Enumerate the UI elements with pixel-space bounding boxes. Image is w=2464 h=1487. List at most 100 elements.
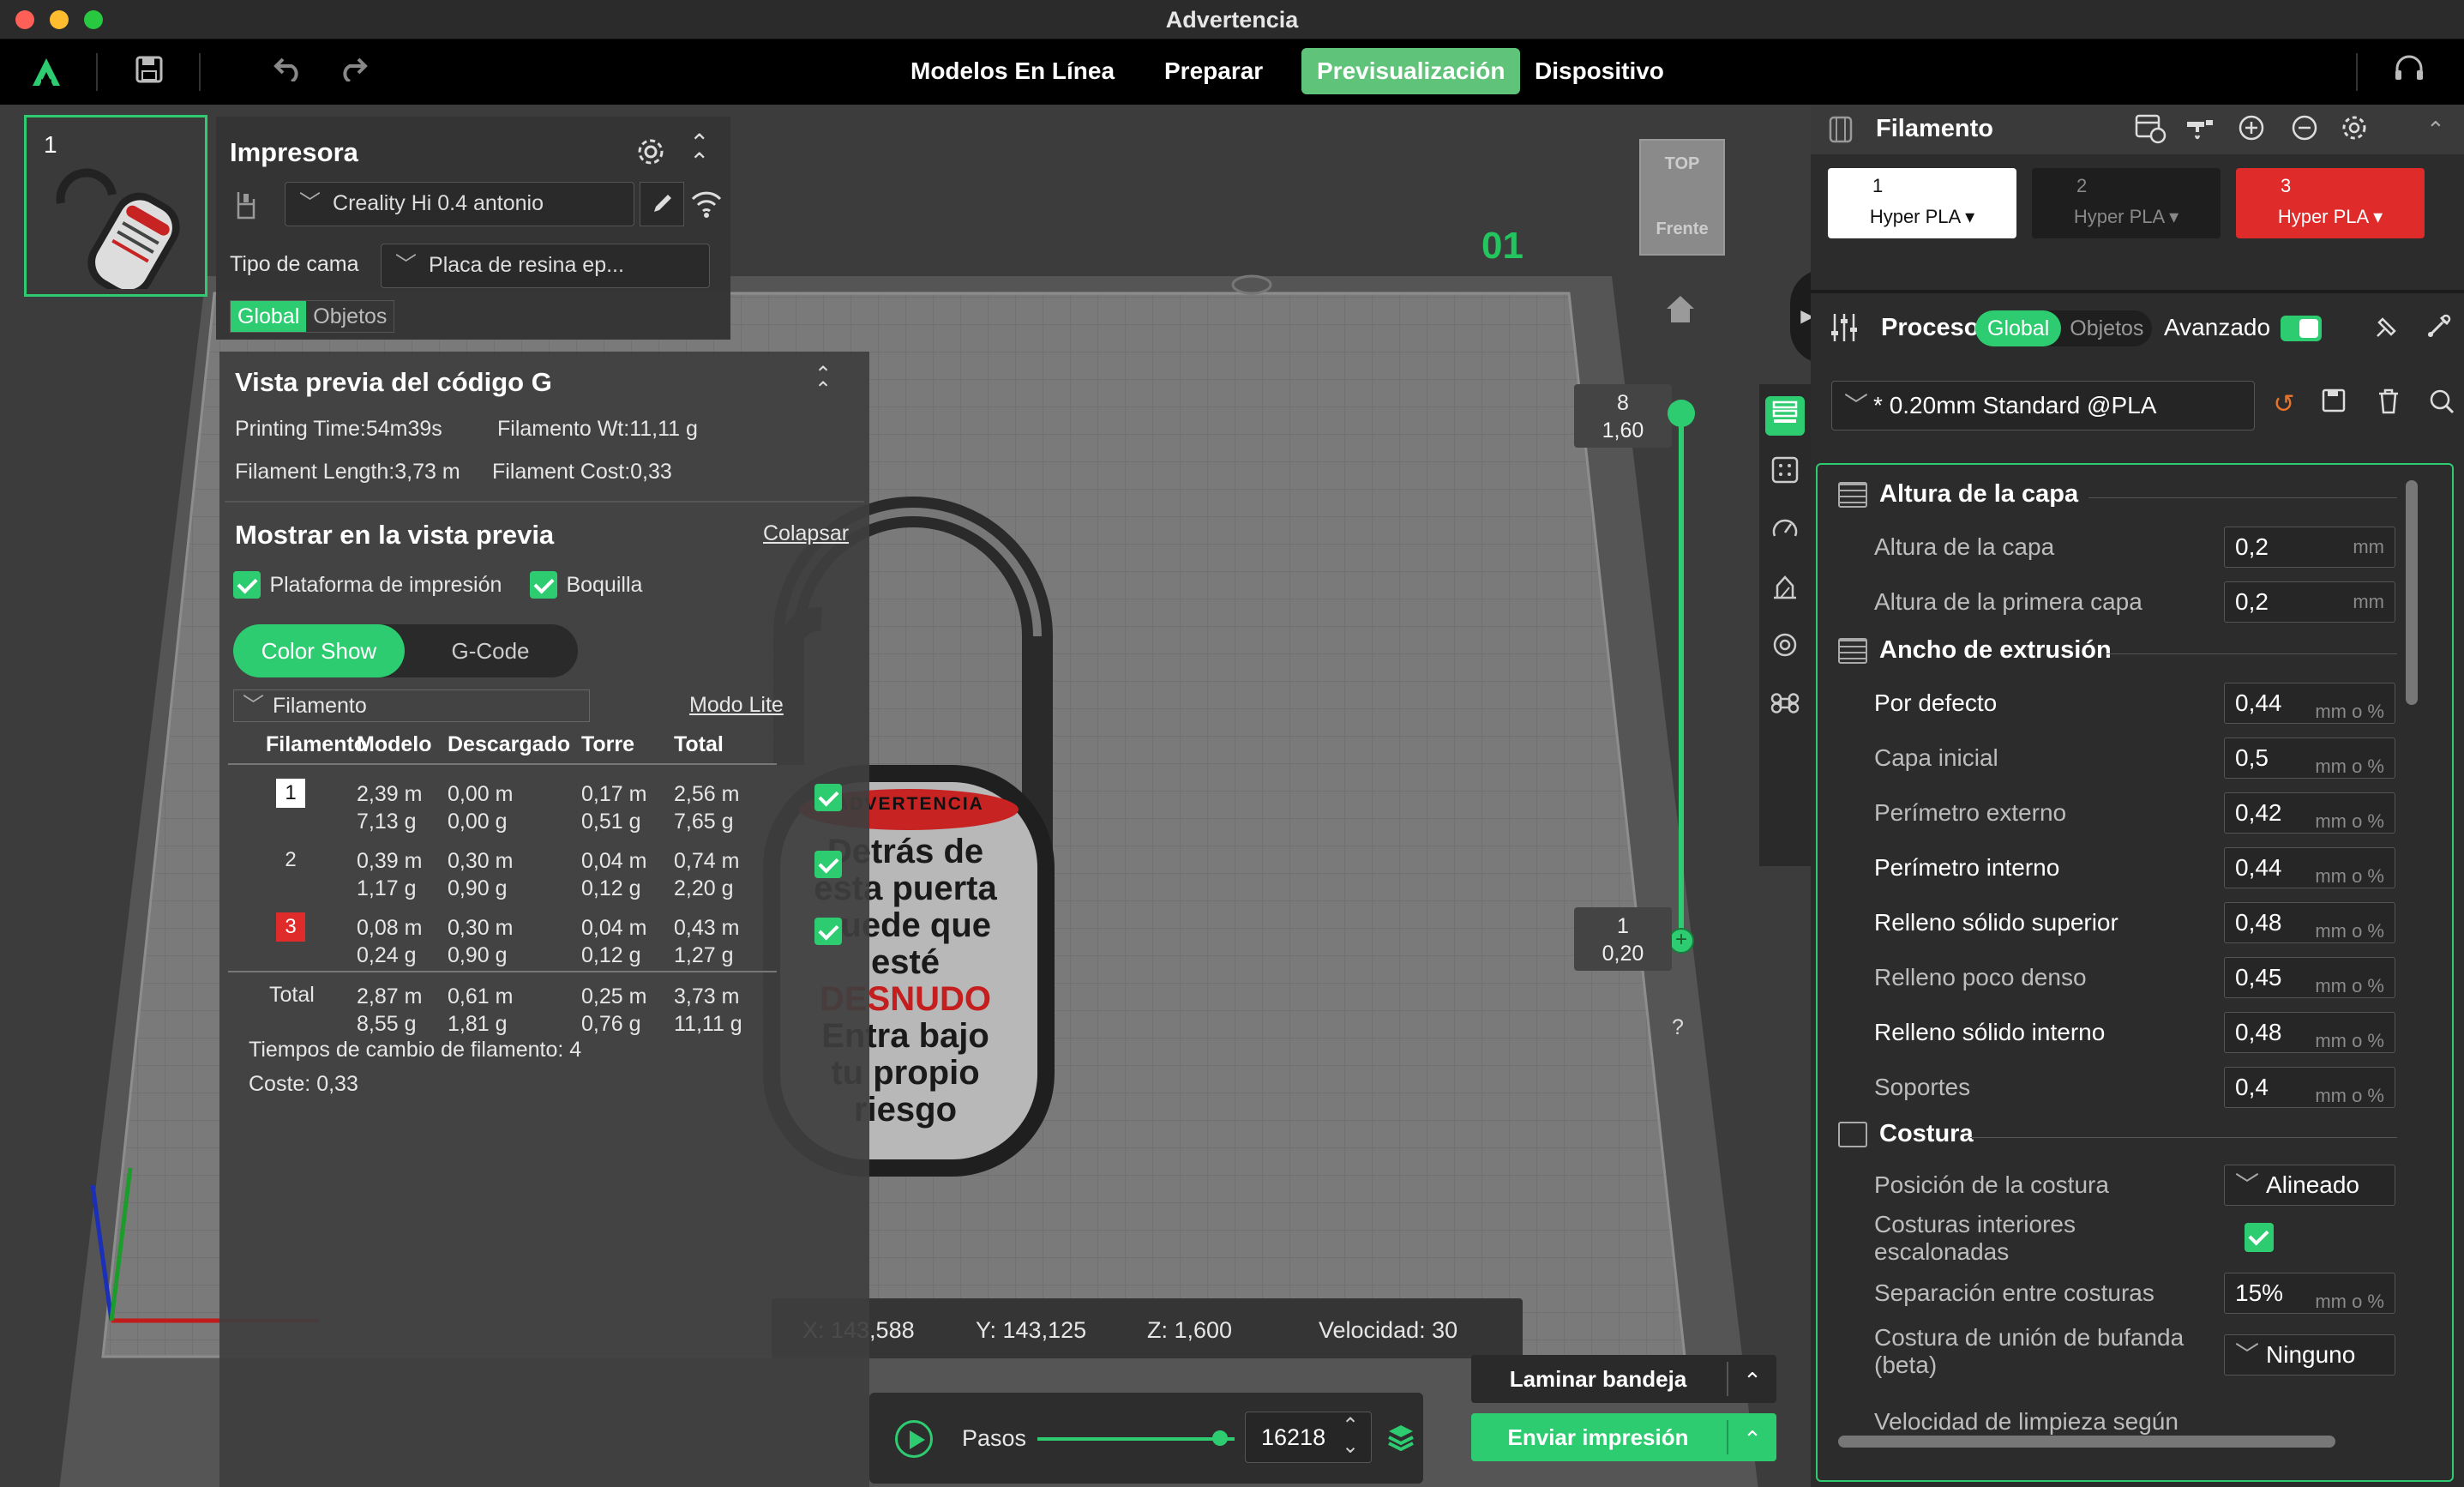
help-icon[interactable]: ? (1672, 1015, 1684, 1040)
lite-mode-link[interactable]: Modo Lite (689, 693, 784, 718)
internal-solid-width-input[interactable]: 0,48 mm o % (2224, 1012, 2395, 1053)
send-options-chevron-icon[interactable]: ⌃ (1735, 1420, 1770, 1454)
speed-gauge-icon[interactable] (1765, 513, 1805, 552)
collapse-filament-icon[interactable]: ⌃ (2426, 117, 2445, 143)
printer-tab-global[interactable]: Global (231, 301, 307, 332)
nozzle-flush-icon[interactable] (2183, 113, 2217, 147)
filament-slot-2[interactable]: 2 Hyper PLA ▾ (2032, 168, 2221, 238)
add-filament-icon[interactable] (2234, 113, 2269, 147)
cell: 2,87 m (357, 984, 423, 1008)
compare-presets-icon[interactable] (2370, 312, 2404, 346)
table-row: 1 2,39 m 7,13 g 0,00 m 0,00 g 0,17 m 0,51 g… (219, 772, 869, 834)
printer-tab-objects[interactable]: Objetos (306, 301, 394, 332)
bed-type-select[interactable]: ﹀ Placa de resina ep... (381, 244, 710, 288)
filament-visibility-checkbox[interactable] (814, 784, 842, 811)
seam-gap-input[interactable]: 15% mm o % (2224, 1273, 2395, 1314)
filament-sync-icon[interactable] (2133, 113, 2167, 147)
layer-slider-track[interactable] (1679, 410, 1684, 943)
collapse-printer-icon[interactable]: ⌃ ⌃ (689, 131, 709, 174)
cell: 0,74 m (674, 849, 740, 873)
support-headset-icon[interactable] (2392, 55, 2426, 89)
top-solid-width-input[interactable]: 0,48 mm o % (2224, 902, 2395, 943)
collapse-gcode-icon[interactable]: ⌃ ⌃ (814, 364, 832, 400)
seam-paint-icon[interactable] (1765, 629, 1805, 669)
param-label: Relleno sólido superior (1874, 909, 2118, 936)
staggered-seams-checkbox[interactable] (2245, 1223, 2274, 1252)
plate-overview-icon[interactable] (1765, 455, 1805, 494)
tab-prepare[interactable]: Preparar (1149, 48, 1278, 94)
support-width-input[interactable]: 0,4 mm o % (2224, 1067, 2395, 1108)
filament-visibility-checkbox[interactable] (814, 918, 842, 945)
search-icon[interactable] (2425, 388, 2459, 422)
tab-online-models[interactable]: Modelos En Línea (895, 48, 1130, 94)
home-icon[interactable] (1663, 292, 1698, 326)
send-print-button[interactable]: Enviar impresión ⌃ (1471, 1413, 1776, 1461)
filament-slot-3[interactable]: 3 Hyper PLA ▾ (2236, 168, 2425, 238)
layer-stack-icon[interactable] (1387, 1424, 1415, 1452)
undo-icon[interactable] (271, 55, 305, 89)
sparse-infill-width-input[interactable]: 0,45 mm o % (2224, 957, 2395, 998)
view-cube[interactable]: TOP Frente (1639, 139, 1725, 256)
filament-visibility-checkbox[interactable] (814, 851, 842, 878)
support-paint-icon[interactable] (1765, 571, 1805, 611)
edit-printer-pencil-icon[interactable] (640, 182, 684, 226)
slice-options-chevron-icon[interactable]: ⌃ (1735, 1362, 1770, 1396)
process-tools-icon[interactable] (2421, 312, 2455, 346)
seam-position-select[interactable]: ﹀ Alineado (2224, 1165, 2395, 1206)
slice-plate-button[interactable]: Laminar bandeja ⌃ (1471, 1355, 1776, 1403)
command-icon[interactable] (1765, 688, 1805, 727)
process-preset-select[interactable]: ﹀ * 0.20mm Standard @PLA (1831, 381, 2255, 430)
default-width-input[interactable]: 0,44 mm o % (2224, 683, 2395, 724)
layer-slider-top-handle[interactable] (1668, 400, 1695, 427)
layers-tool-icon[interactable] (1765, 396, 1805, 436)
save-icon[interactable] (132, 55, 166, 89)
plate-thumbnail[interactable]: 1 (24, 115, 207, 297)
steps-stepper-icon[interactable]: ⌃ ⌄ (1342, 1416, 1359, 1457)
remove-filament-icon[interactable] (2287, 113, 2322, 147)
steps-slider-handle[interactable] (1212, 1430, 1228, 1446)
printer-settings-gear-icon[interactable] (634, 135, 669, 170)
outer-wall-width-input[interactable]: 0,42 mm o % (2224, 792, 2395, 834)
inner-wall-width-input[interactable]: 0,44 mm o % (2224, 847, 2395, 888)
settings-horizontal-scrollbar[interactable] (1838, 1436, 2335, 1448)
process-tab-objects[interactable]: Objetos (2061, 310, 2152, 346)
process-settings-list[interactable]: Altura de la capa Altura de la capa 0,2 m… (1816, 463, 2454, 1482)
delete-preset-icon[interactable] (2371, 388, 2406, 422)
settings-vertical-scrollbar[interactable] (2406, 480, 2418, 705)
process-tab-global[interactable]: Global (1975, 310, 2062, 346)
advanced-toggle[interactable] (2281, 316, 2322, 341)
show-plate-checkbox[interactable]: Plataforma de impresión (233, 571, 502, 599)
show-nozzle-checkbox[interactable]: Boquilla (530, 571, 642, 599)
cell: 0,76 g (581, 1012, 641, 1036)
cell: 8,55 g (357, 1012, 417, 1036)
app-logo-icon[interactable] (29, 55, 63, 89)
redo-icon[interactable] (336, 55, 370, 89)
steps-input[interactable]: 16218 ⌃ ⌄ (1245, 1412, 1372, 1463)
filament-slot-1[interactable]: 1 Hyper PLA ▾ (1828, 168, 2016, 238)
collapse-link[interactable]: Colapsar (763, 521, 849, 546)
tab-device[interactable]: Dispositivo (1519, 48, 1680, 94)
initial-layer-width-input[interactable]: 0,5 mm o % (2224, 737, 2395, 779)
cell: 0,39 m (357, 849, 423, 873)
first-layer-height-input[interactable]: 0,2 mm (2224, 581, 2395, 623)
layer-height-section-icon (1838, 482, 1867, 509)
color-show-button[interactable]: Color Show (233, 624, 405, 677)
view-type-select[interactable]: ﹀ Filamento (233, 689, 590, 722)
process-preset-value: * 0.20mm Standard @PLA (1873, 392, 2157, 418)
filament-settings-gear-icon[interactable] (2337, 113, 2371, 147)
param-unit: mm o % (2315, 756, 2384, 777)
tab-preview[interactable]: Previsualización (1301, 48, 1521, 94)
play-icon[interactable] (895, 1420, 933, 1458)
preview-mode-toggle: Color Show G-Code (233, 624, 578, 677)
layer-height-input[interactable]: 0,2 mm (2224, 527, 2395, 568)
gcode-mode-button[interactable]: G-Code (405, 624, 576, 677)
layer-slider-bottom-handle[interactable]: + (1668, 928, 1694, 954)
save-preset-icon[interactable] (2317, 388, 2351, 422)
param-unit: mm o % (2315, 1291, 2384, 1312)
reset-preset-icon[interactable]: ↺ (2267, 388, 2301, 422)
scarf-seam-select[interactable]: ﹀ Ninguno (2224, 1334, 2395, 1376)
filament-swatch: 2 (285, 848, 297, 871)
printer-select[interactable]: ﹀ Creality Hi 0.4 antonio (285, 182, 634, 226)
steps-slider[interactable] (1037, 1437, 1235, 1441)
wifi-icon[interactable] (689, 189, 724, 220)
